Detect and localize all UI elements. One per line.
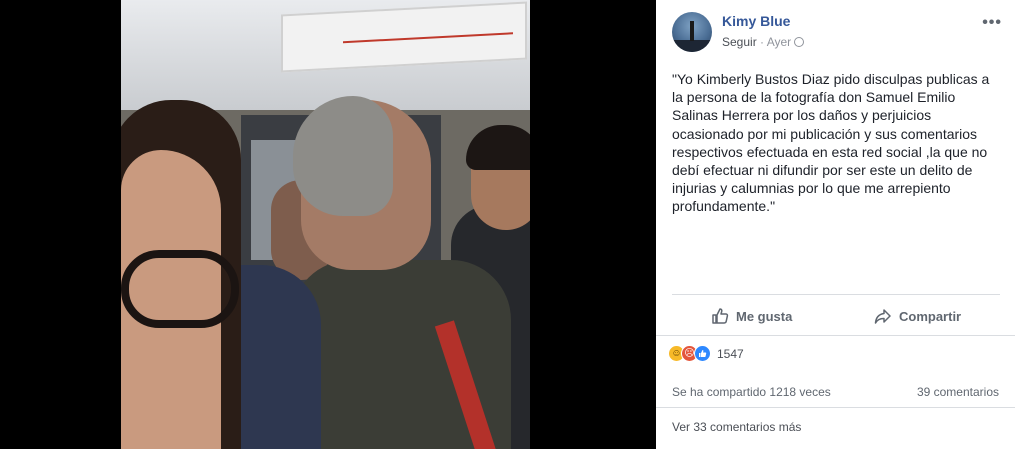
like-label: Me gusta [736, 308, 793, 324]
like-button[interactable]: Me gusta [711, 305, 792, 327]
post-time[interactable]: Ayer [767, 35, 791, 49]
share-count-link[interactable]: Se ha compartido 1218 veces [672, 385, 831, 399]
post-text: "Yo Kimberly Bustos Diaz pido disculpas … [672, 71, 990, 215]
author-avatar[interactable] [672, 12, 712, 52]
globe-icon [794, 37, 805, 47]
photo-pane [0, 0, 656, 449]
share-button[interactable]: Compartir [874, 305, 961, 327]
older-man-hair [293, 96, 393, 216]
post-meta: Seguir · Ayer [722, 35, 805, 49]
share-arrow-icon [874, 309, 891, 324]
follow-link[interactable]: Seguir [722, 35, 757, 49]
share-label: Compartir [899, 308, 962, 324]
meta-separator: · [756, 35, 767, 49]
reaction-count: 1547 [717, 346, 744, 361]
divider [656, 335, 1015, 336]
photo-theater: Kimy Blue Seguir · Ayer ••• "Yo Kimberly… [0, 0, 1015, 449]
divider [656, 407, 1015, 408]
like-icon [694, 345, 711, 362]
post-photo[interactable] [121, 0, 530, 449]
view-more-comments-link[interactable]: Ver 33 comentarios más [672, 420, 801, 434]
post-sidebar: Kimy Blue Seguir · Ayer ••• "Yo Kimberly… [656, 0, 1015, 449]
glasses [121, 250, 239, 328]
comment-count-link[interactable]: 39 comentarios [917, 385, 999, 399]
thumbs-up-icon [712, 308, 729, 324]
post-header: Kimy Blue Seguir · Ayer ••• [672, 12, 1002, 52]
author-name[interactable]: Kimy Blue [722, 13, 790, 29]
more-options-icon[interactable]: ••• [982, 14, 1002, 32]
reactions-summary[interactable]: ☺ ☹ 1547 [668, 345, 744, 362]
divider [672, 294, 1000, 295]
passenger-right-hair [466, 125, 530, 170]
